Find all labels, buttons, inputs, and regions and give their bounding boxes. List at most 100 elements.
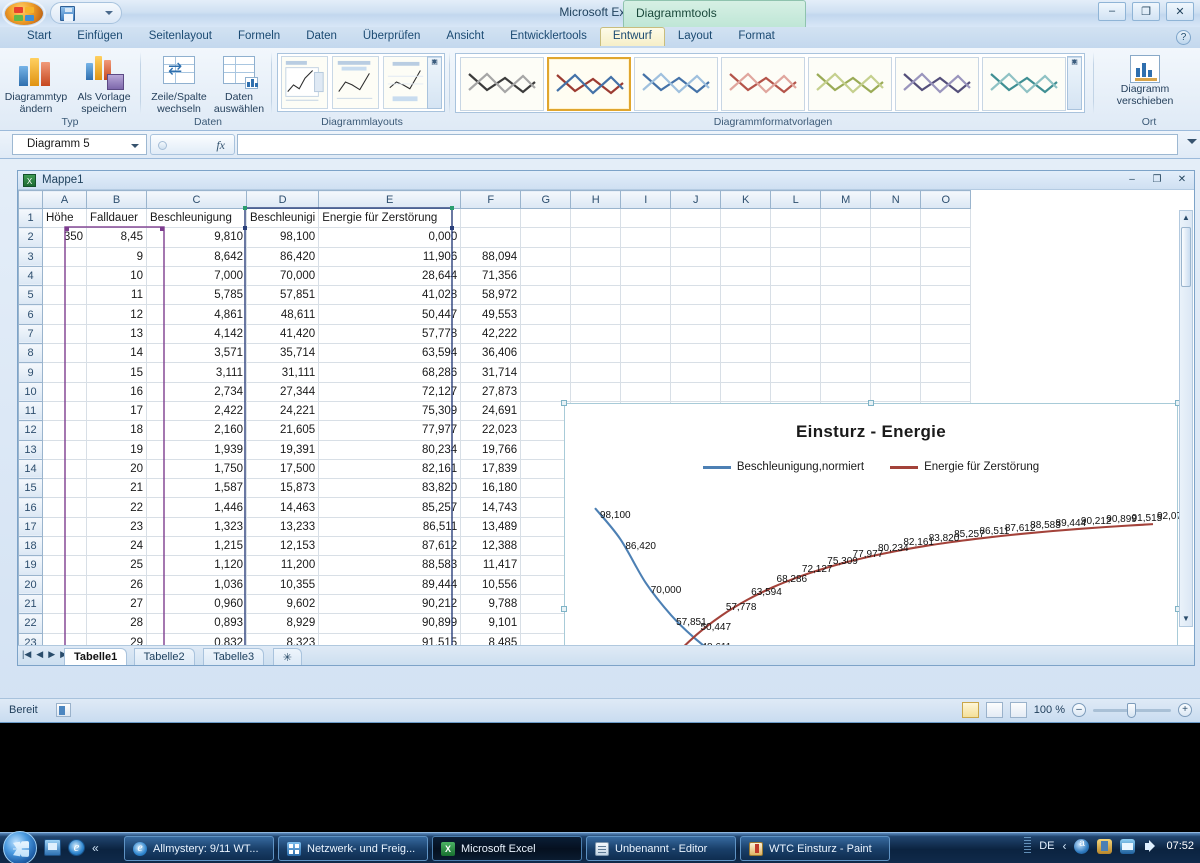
cell-I5[interactable] — [620, 285, 672, 306]
cell-K10[interactable] — [720, 382, 772, 402]
column-header-B[interactable]: B — [86, 190, 147, 209]
cell-M10[interactable] — [820, 382, 872, 402]
chart-layout-option[interactable] — [332, 56, 379, 109]
row-header-1[interactable]: 1 — [18, 207, 43, 229]
cell-M9[interactable] — [820, 362, 872, 383]
cell-B11[interactable]: 17 — [86, 401, 147, 422]
cell-I8[interactable] — [620, 343, 672, 364]
cell-B12[interactable]: 18 — [86, 420, 147, 441]
column-header-E[interactable]: E — [318, 190, 462, 209]
sheet-tab-tabelle1[interactable]: Tabelle1 — [64, 648, 128, 665]
cell-B22[interactable]: 28 — [86, 613, 147, 634]
cell-K9[interactable] — [720, 362, 772, 383]
view-pagelayout-button[interactable] — [985, 702, 1003, 718]
cell-D19[interactable]: 11,200 — [246, 555, 320, 576]
row-header-13[interactable]: 13 — [18, 439, 43, 460]
cell-F5[interactable]: 58,972 — [460, 285, 522, 306]
cell-O5[interactable] — [920, 285, 972, 306]
language-indicator[interactable]: DE — [1039, 840, 1054, 852]
cell-F22[interactable]: 9,101 — [460, 613, 522, 634]
cell-E13[interactable]: 80,234 — [318, 440, 462, 460]
network-icon[interactable] — [1120, 838, 1136, 854]
cell-L4[interactable] — [770, 266, 822, 287]
table-row[interactable]: 2 350 8,45 9,810 98,100 0,000 — [18, 227, 972, 248]
tray-expand-icon[interactable]: ‹ — [1062, 839, 1066, 853]
cell-B17[interactable]: 23 — [86, 517, 147, 538]
cell-M3[interactable] — [820, 247, 872, 267]
chart-style-option-6[interactable] — [895, 57, 979, 111]
name-box[interactable]: Diagramm 5 — [12, 134, 147, 155]
chart-layout-option[interactable] — [281, 56, 328, 109]
chart-style-option-7[interactable] — [982, 57, 1066, 111]
cell-B14[interactable]: 20 — [86, 459, 147, 480]
column-header-L[interactable]: L — [770, 190, 822, 209]
cell-E9[interactable]: 68,286 — [318, 362, 462, 383]
cell-O1[interactable] — [920, 208, 972, 229]
show-desktop-icon[interactable] — [44, 839, 61, 856]
column-header-C[interactable]: C — [146, 190, 247, 209]
cell-N7[interactable] — [870, 324, 922, 345]
row-header-2[interactable]: 2 — [18, 227, 43, 248]
cell-F4[interactable]: 71,356 — [460, 266, 522, 287]
taskbar-button[interactable]: Allmystery: 9/11 WT... — [124, 836, 274, 861]
cell-A4[interactable] — [42, 266, 87, 287]
cell-M4[interactable] — [820, 266, 872, 287]
cell-E16[interactable]: 85,257 — [318, 497, 462, 518]
row-header-18[interactable]: 18 — [18, 536, 43, 557]
cell-D2[interactable]: 98,100 — [246, 227, 320, 248]
cell-C3[interactable]: 8,642 — [146, 247, 247, 267]
cell-E6[interactable]: 50,447 — [318, 304, 462, 325]
cell-I7[interactable] — [620, 324, 672, 345]
row-header-22[interactable]: 22 — [18, 613, 43, 634]
ribbon-tab-entwicklertools[interactable]: Entwicklertools — [497, 27, 600, 46]
cell-C7[interactable]: 4,142 — [146, 324, 247, 345]
cell-A14[interactable] — [42, 459, 87, 480]
cell-E4[interactable]: 28,644 — [318, 266, 462, 287]
cell-E15[interactable]: 83,820 — [318, 478, 462, 499]
cell-C2[interactable]: 9,810 — [146, 227, 247, 248]
ribbon-tab-überprüfen[interactable]: Überprüfen — [350, 27, 434, 46]
cell-C21[interactable]: 0,960 — [146, 594, 247, 615]
cell-D1[interactable]: Beschleunigi — [246, 208, 320, 229]
workbook-minimize-button[interactable]: – — [1124, 173, 1140, 187]
row-header-19[interactable]: 19 — [18, 555, 43, 576]
cell-A16[interactable] — [42, 497, 87, 518]
taskbar-button[interactable]: Netzwerk- und Freig... — [278, 836, 428, 861]
cell-O10[interactable] — [920, 382, 972, 402]
ribbon-tab-seitenlayout[interactable]: Seitenlayout — [136, 27, 225, 46]
cell-B19[interactable]: 25 — [86, 555, 147, 576]
cell-K4[interactable] — [720, 266, 772, 287]
start-button[interactable] — [3, 831, 37, 863]
cell-J5[interactable] — [670, 285, 722, 306]
help-icon[interactable]: ? — [1176, 30, 1191, 45]
cell-A17[interactable] — [42, 517, 87, 538]
sheet-tab-tabelle2[interactable]: Tabelle2 — [133, 648, 195, 665]
internet-explorer-icon[interactable] — [68, 839, 85, 856]
zoom-out-button[interactable]: – — [1072, 703, 1086, 717]
cell-D3[interactable]: 86,420 — [246, 247, 320, 267]
cell-G2[interactable] — [520, 227, 572, 248]
cell-C10[interactable]: 2,734 — [146, 382, 247, 402]
cell-A3[interactable] — [42, 247, 87, 267]
cell-I4[interactable] — [620, 266, 672, 287]
cell-L6[interactable] — [770, 304, 822, 325]
cell-B16[interactable]: 22 — [86, 497, 147, 518]
column-header-K[interactable]: K — [720, 190, 772, 209]
cell-H1[interactable] — [570, 208, 622, 229]
cell-G4[interactable] — [520, 266, 572, 287]
cell-D14[interactable]: 17,500 — [246, 459, 320, 480]
cell-H6[interactable] — [570, 304, 622, 325]
cell-B20[interactable]: 26 — [86, 575, 147, 595]
cell-I1[interactable] — [620, 208, 672, 229]
cell-F13[interactable]: 19,766 — [460, 440, 522, 460]
cell-B3[interactable]: 9 — [86, 247, 147, 267]
cell-K8[interactable] — [720, 343, 772, 364]
cell-B5[interactable]: 11 — [86, 285, 147, 306]
cell-J4[interactable] — [670, 266, 722, 287]
cell-E20[interactable]: 89,444 — [318, 575, 462, 595]
cell-F14[interactable]: 17,839 — [460, 459, 522, 480]
taskbar-button[interactable]: WTC Einsturz - Paint — [740, 836, 890, 861]
cell-C1[interactable]: Beschleunigung — [146, 208, 247, 229]
save-as-template-button[interactable]: Als Vorlage speichern — [71, 52, 137, 115]
select-data-button[interactable]: Daten auswählen — [206, 52, 272, 115]
